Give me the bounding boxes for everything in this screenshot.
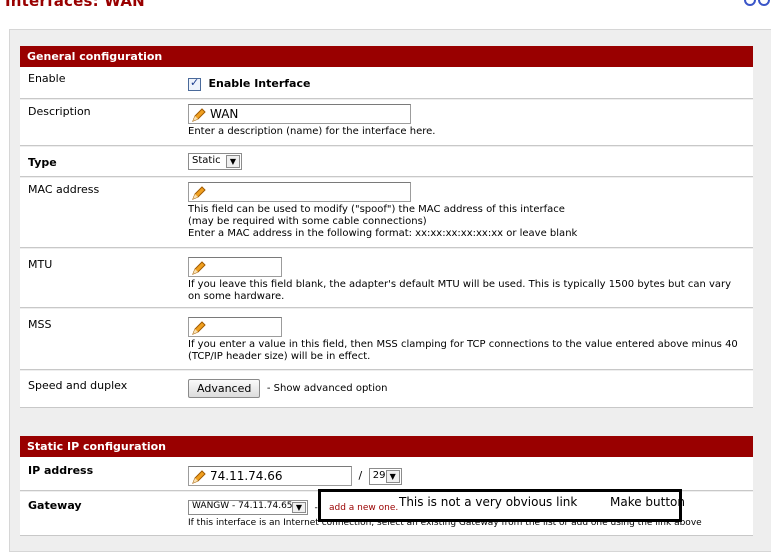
pencil-icon	[192, 470, 206, 484]
description-input[interactable]: WAN	[188, 104, 411, 124]
mtu-value: If you leave this field blank, the adapt…	[188, 257, 748, 303]
mtu-label: MTU	[28, 258, 53, 271]
ip-value: 74.11.74.66 / 29 ▼	[188, 466, 748, 486]
help-icons[interactable]	[742, 0, 770, 9]
section-header-static-ip: Static IP configuration	[20, 436, 753, 457]
annotation-note-link: This is not a very obvious link	[399, 495, 578, 509]
gateway-select-value: WANGW - 74.11.74.65	[192, 501, 293, 511]
mss-label: MSS	[28, 318, 52, 331]
page-title: Interfaces: WAN	[5, 0, 145, 10]
row-ip-address: IP address 74.11.74.66 / 29 ▼	[20, 457, 753, 491]
ip-input-value: 74.11.74.66	[210, 469, 283, 483]
subnet-slash: /	[358, 469, 363, 482]
row-mac: MAC address This field can be used to mo…	[20, 178, 753, 248]
subnet-select-value: 29	[372, 470, 386, 481]
mss-input[interactable]	[188, 317, 282, 337]
type-value: Static ▼	[188, 153, 748, 170]
enable-label: Enable	[28, 72, 66, 85]
row-description: Description WAN Enter a description (nam…	[20, 100, 753, 146]
mac-help-2: (may be required with some cable connect…	[188, 216, 427, 227]
mtu-input[interactable]	[188, 257, 282, 277]
ip-label: IP address	[28, 464, 94, 477]
type-select-value: Static	[192, 155, 221, 166]
row-speed: Speed and duplex Advanced - Show advance…	[20, 371, 753, 408]
description-help: Enter a description (name) for the inter…	[188, 126, 436, 137]
pencil-icon	[192, 261, 206, 275]
type-label: Type	[28, 156, 57, 169]
advanced-help: - Show advanced option	[266, 383, 388, 394]
pencil-icon	[192, 186, 206, 200]
mac-input[interactable]	[188, 182, 411, 202]
mss-value: If you enter a value in this field, then…	[188, 317, 748, 363]
gateway-select[interactable]: WANGW - 74.11.74.65 ▼	[188, 500, 308, 515]
row-mtu: MTU If you leave this field blank, the a…	[20, 249, 753, 308]
row-enable: Enable Enable Interface	[20, 67, 753, 99]
chevron-down-icon[interactable]: ▼	[385, 470, 400, 483]
enable-value: Enable Interface	[188, 76, 748, 91]
gateway-label: Gateway	[28, 499, 82, 512]
ip-input[interactable]: 74.11.74.66	[188, 466, 352, 486]
description-value: WAN Enter a description (name) for the i…	[188, 104, 748, 138]
row-type: Type Static ▼	[20, 147, 753, 177]
mac-label: MAC address	[28, 183, 100, 196]
enable-checkbox[interactable]	[188, 76, 201, 91]
info-icon[interactable]	[758, 0, 770, 6]
help-icon[interactable]	[744, 0, 756, 6]
pencil-icon	[192, 108, 206, 122]
speed-value: Advanced - Show advanced option	[188, 379, 748, 398]
description-input-value: WAN	[210, 107, 239, 121]
description-label: Description	[28, 105, 91, 118]
subnet-select[interactable]: 29 ▼	[368, 468, 402, 485]
row-mss: MSS If you enter a value in this field, …	[20, 309, 753, 370]
advanced-button[interactable]: Advanced	[188, 379, 261, 398]
enable-checkbox-label: Enable Interface	[208, 77, 311, 90]
mtu-help: If you leave this field blank, the adapt…	[188, 279, 732, 302]
section-header-general: General configuration	[20, 46, 753, 67]
mss-help: If you enter a value in this field, then…	[188, 339, 738, 362]
mac-help-3: Enter a MAC address in the following for…	[188, 228, 578, 239]
speed-label: Speed and duplex	[28, 379, 128, 392]
add-gateway-link-annotated[interactable]: add a new one.	[329, 503, 398, 513]
mac-value: This field can be used to modify ("spoof…	[188, 182, 748, 240]
chevron-down-icon[interactable]: ▼	[292, 502, 306, 513]
chevron-down-icon[interactable]: ▼	[226, 155, 240, 168]
pencil-icon	[192, 321, 206, 335]
mac-help-1: This field can be used to modify ("spoof…	[188, 204, 565, 215]
annotation-note-button: Make button	[610, 495, 686, 509]
type-select[interactable]: Static ▼	[188, 153, 242, 170]
